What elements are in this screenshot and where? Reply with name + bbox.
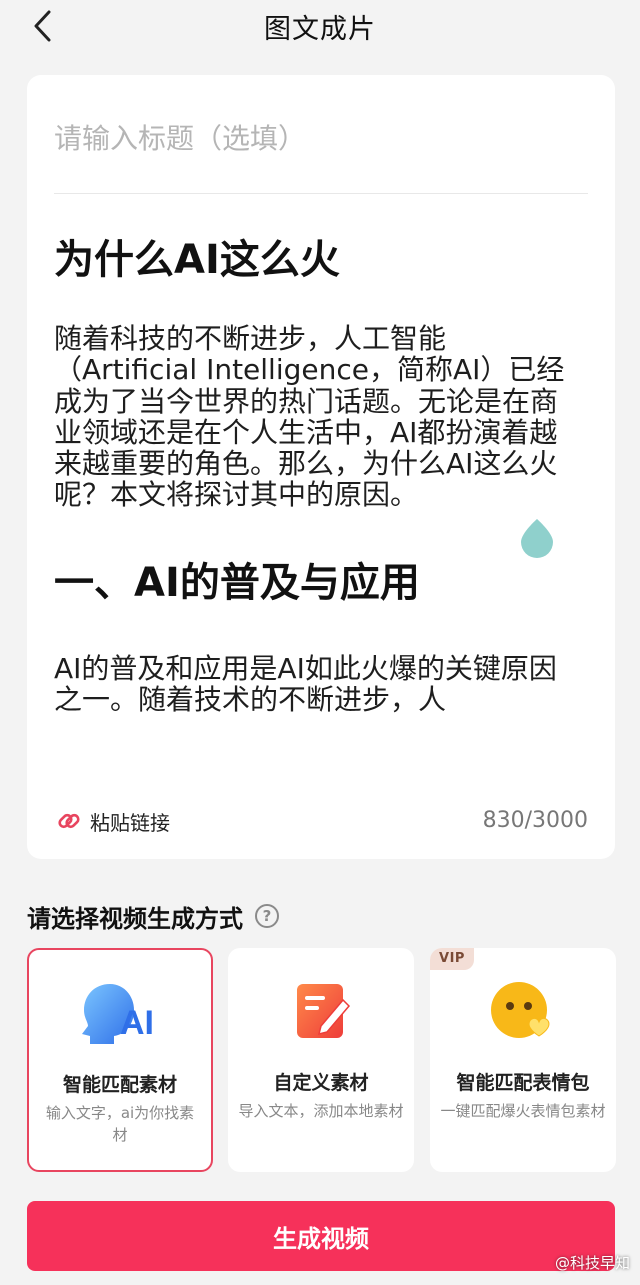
option-desc: 输入文字，ai为你找素材 <box>45 1104 195 1144</box>
option-title: 智能匹配表情包 <box>456 1072 590 1094</box>
link-icon <box>58 813 80 829</box>
generate-video-button[interactable]: 生成视频 <box>27 1201 615 1271</box>
question-circle-icon[interactable]: ? <box>255 904 279 928</box>
chevron-left-icon <box>34 10 51 42</box>
paste-link-button[interactable]: 粘贴链接 <box>56 806 170 836</box>
option-smart-emoji[interactable]: VIP 智能匹配表情包 一键匹配爆火表情包素材 <box>430 948 616 1172</box>
svg-text:AI: AI <box>120 1004 154 1042</box>
section-title-text: 请选择视频生成方式 <box>27 904 243 933</box>
option-title: 智能匹配素材 <box>62 1074 177 1096</box>
vip-badge: VIP <box>430 948 474 970</box>
section-title: 请选择视频生成方式 ? <box>27 898 279 934</box>
top-bar: 图文成片 <box>0 0 640 52</box>
option-desc: 导入文本，添加本地素材 <box>238 1102 404 1120</box>
text-cursor-handle[interactable] <box>520 518 554 558</box>
content-editor[interactable]: 为什么AI这么火 随着科技的不断进步，人工智能（Artificial Intel… <box>54 225 576 787</box>
emoji-heart-icon <box>483 976 563 1046</box>
article-heading: 为什么AI这么火 <box>54 237 340 283</box>
paste-link-label: 粘贴链接 <box>90 810 170 835</box>
title-divider <box>54 193 588 194</box>
page-title: 图文成片 <box>264 13 376 45</box>
back-button[interactable] <box>22 6 62 46</box>
title-input[interactable] <box>54 108 588 168</box>
edit-document-icon <box>281 976 361 1046</box>
option-custom-material[interactable]: 自定义素材 导入文本，添加本地素材 <box>228 948 414 1172</box>
ai-head-icon: AI <box>80 978 160 1048</box>
watermark: @科技早知 <box>554 1254 630 1272</box>
article-paragraph: 随着科技的不断进步，人工智能（Artificial Intelligence，简… <box>54 322 565 512</box>
article-subheading: 一、AI的普及与应用 <box>54 559 420 606</box>
option-smart-match[interactable]: AI 智能匹配素材 输入文字，ai为你找素材 <box>27 948 213 1172</box>
article-paragraph-2: AI的普及和应用是AI如此火爆的关键原因之一。随着技术的不断进步，人 <box>54 651 557 717</box>
drop-handle-icon <box>521 519 553 558</box>
char-count: 830/3000 <box>482 808 588 833</box>
option-desc: 一键匹配爆火表情包素材 <box>440 1102 606 1120</box>
option-title: 自定义素材 <box>273 1072 369 1094</box>
